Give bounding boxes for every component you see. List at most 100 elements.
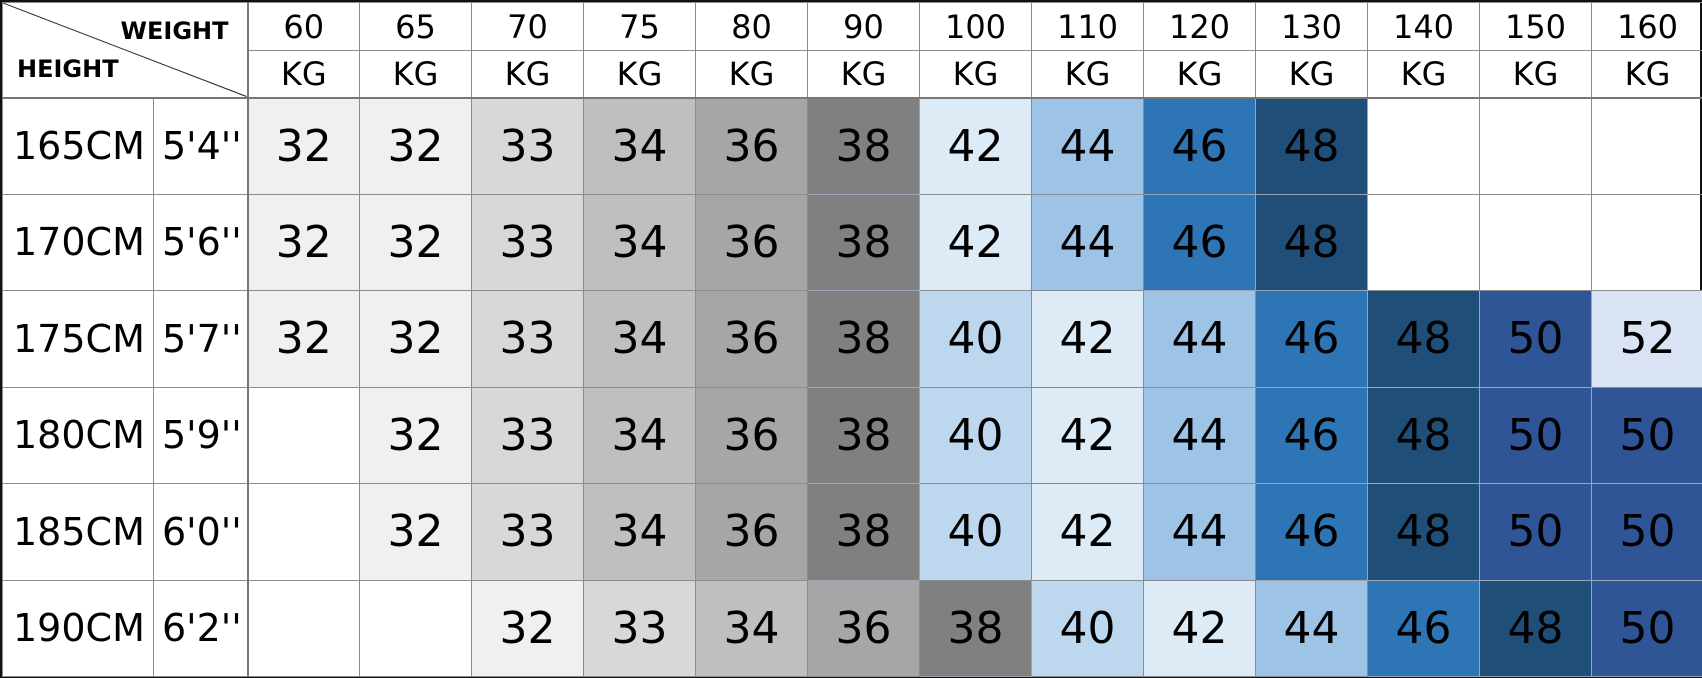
empty-cell: [1479, 193, 1592, 291]
weight-unit-label: KG: [359, 50, 472, 99]
empty-cell: [1479, 97, 1592, 195]
size-cell: 40: [919, 483, 1032, 581]
size-cell: 42: [1031, 483, 1144, 581]
weight-unit-label: KG: [919, 50, 1032, 99]
weight-tick-label: 90: [807, 2, 920, 51]
empty-cell: [1367, 97, 1480, 195]
size-cell: 33: [471, 193, 584, 291]
size-cell: 46: [1255, 483, 1368, 581]
size-cell: 34: [583, 97, 696, 195]
size-cell: 42: [919, 193, 1032, 291]
size-cell: 34: [583, 483, 696, 581]
size-cell: 44: [1143, 386, 1256, 484]
weight-unit-label: KG: [695, 50, 808, 99]
empty-cell: [1367, 193, 1480, 291]
size-cell: 34: [583, 290, 696, 388]
height-ft-label: 6'2'': [153, 579, 249, 677]
size-cell: 50: [1479, 386, 1592, 484]
empty-cell: [1591, 193, 1702, 291]
size-cell: 34: [583, 386, 696, 484]
size-cell: 38: [807, 290, 920, 388]
weight-unit-label: KG: [471, 50, 584, 99]
size-cell: 33: [471, 483, 584, 581]
weight-unit-label: KG: [583, 50, 696, 99]
size-cell: 44: [1031, 97, 1144, 195]
size-cell: 44: [1031, 193, 1144, 291]
height-ft-label: 5'7'': [153, 290, 249, 388]
size-cell: 42: [1031, 386, 1144, 484]
height-ft-label: 5'6'': [153, 193, 249, 291]
size-cell: 36: [695, 97, 808, 195]
size-cell: 40: [919, 290, 1032, 388]
height-cm-label: 165CM: [2, 97, 154, 195]
weight-tick-label: 110: [1031, 2, 1144, 51]
height-cm-label: 170CM: [2, 193, 154, 291]
height-axis-label: HEIGHT: [17, 55, 119, 83]
size-cell: 50: [1591, 386, 1702, 484]
size-cell: 46: [1143, 97, 1256, 195]
size-cell: 36: [695, 483, 808, 581]
empty-cell: [247, 386, 360, 484]
height-ft-label: 6'0'': [153, 483, 249, 581]
empty-cell: [247, 483, 360, 581]
size-cell: 44: [1143, 483, 1256, 581]
weight-tick-label: 120: [1143, 2, 1256, 51]
size-cell: 32: [359, 290, 472, 388]
size-cell: 50: [1479, 483, 1592, 581]
size-cell: 32: [471, 579, 584, 677]
table-row: 180CM 5'9'' 32 33 34 36 38 40 42 44 46 48 50 50: [2, 386, 1702, 484]
empty-cell: [359, 579, 472, 677]
size-cell: 38: [807, 483, 920, 581]
size-cell: 48: [1255, 97, 1368, 195]
size-cell: 48: [1255, 193, 1368, 291]
size-cell: 32: [247, 290, 360, 388]
weight-unit-label: KG: [807, 50, 920, 99]
empty-cell: [247, 579, 360, 677]
table-row: 165CM 5'4'' 32 32 33 34 36 38 42 44 46 48: [2, 97, 1702, 195]
table-row: 190CM 6'2'' 32 33 34 36 38 40 42 44 46 48 50: [2, 579, 1702, 677]
size-cell: 32: [359, 193, 472, 291]
size-cell: 40: [1031, 579, 1144, 677]
weight-unit-label: KG: [1591, 50, 1702, 99]
size-cell: 46: [1255, 386, 1368, 484]
weight-tick-label: 60: [247, 2, 360, 51]
table-row: 170CM 5'6'' 32 32 33 34 36 38 42 44 46 48: [2, 193, 1702, 291]
size-cell: 40: [919, 386, 1032, 484]
size-cell: 38: [807, 97, 920, 195]
size-cell: 42: [1143, 579, 1256, 677]
header-weight-row: WEIGHT HEIGHT 60 65 70 75 80 90 100 110 120 130 14…: [2, 2, 1702, 99]
size-cell: 50: [1591, 483, 1702, 581]
height-cm-label: 175CM: [2, 290, 154, 388]
size-cell: 42: [919, 97, 1032, 195]
height-ft-label: 5'4'': [153, 97, 249, 195]
weight-unit-label: KG: [1479, 50, 1592, 99]
size-cell: 48: [1367, 290, 1480, 388]
height-cm-label: 185CM: [2, 483, 154, 581]
weight-unit-label: KG: [1255, 50, 1368, 99]
size-cell: 33: [471, 290, 584, 388]
size-cell: 50: [1479, 290, 1592, 388]
corner-header: WEIGHT HEIGHT: [2, 2, 249, 99]
weight-tick-label: 130: [1255, 2, 1368, 51]
weight-unit-label: KG: [1031, 50, 1144, 99]
size-table: WEIGHT HEIGHT 60 65 70 75 80 90 100 110 120 130 14…: [2, 2, 1702, 677]
size-cell: 32: [247, 97, 360, 195]
size-cell: 48: [1367, 386, 1480, 484]
size-cell: 52: [1591, 290, 1702, 388]
size-cell: 32: [359, 97, 472, 195]
weight-unit-label: KG: [247, 50, 360, 99]
size-cell: 38: [919, 579, 1032, 677]
size-cell: 48: [1367, 483, 1480, 581]
size-cell: 44: [1143, 290, 1256, 388]
size-cell: 42: [1031, 290, 1144, 388]
size-cell: 46: [1255, 290, 1368, 388]
header-unit-row: KG KG KG KG KG KG KG KG KG KG KG KG KG: [3, 50, 1702, 99]
size-cell: 36: [695, 290, 808, 388]
empty-cell: [1591, 97, 1702, 195]
weight-tick-label: 150: [1479, 2, 1592, 51]
size-cell: 46: [1367, 579, 1480, 677]
size-cell: 34: [583, 193, 696, 291]
size-cell: 46: [1143, 193, 1256, 291]
weight-tick-label: 75: [583, 2, 696, 51]
weight-unit-label: KG: [1367, 50, 1480, 99]
